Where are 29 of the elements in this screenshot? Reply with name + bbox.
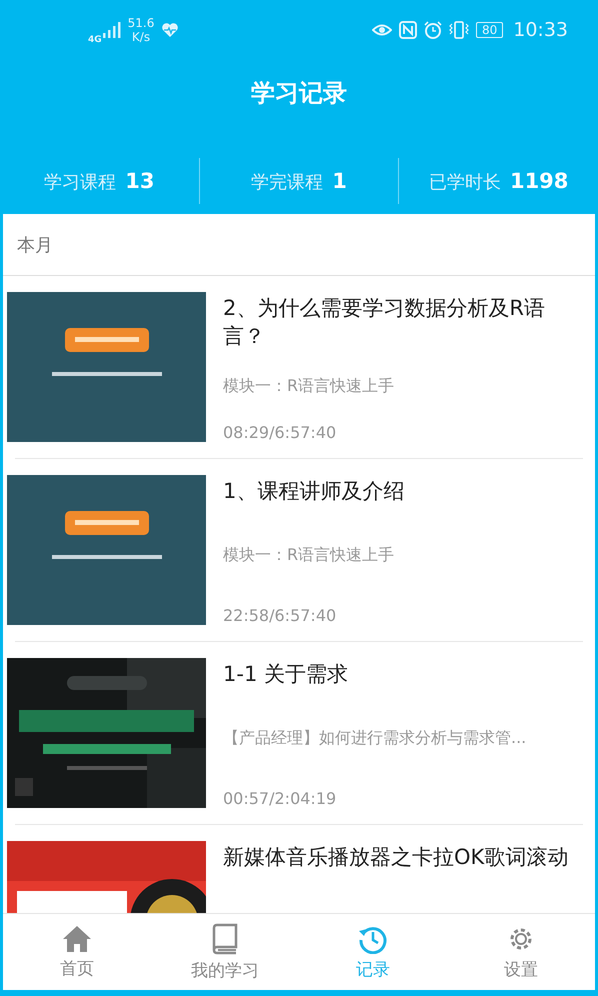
stat-label: 学习课程: [44, 170, 116, 194]
stat-value: 1198: [510, 168, 568, 192]
home-icon: [62, 924, 92, 952]
nfc-icon: [398, 21, 417, 39]
record-title: 新媒体音乐播放器之卡拉OK歌词滚动: [223, 844, 570, 871]
heart-icon: [161, 22, 180, 38]
signal-icon: [102, 22, 121, 38]
record-title: 1-1 关于需求: [223, 661, 349, 688]
clock: 10:33: [513, 19, 568, 41]
record-item[interactable]: 新媒体音乐播放器之卡拉OK歌词滚动: [3, 825, 595, 913]
record-subtitle: 模块一：R语言快速上手: [223, 545, 396, 566]
speed-unit: K/s: [132, 30, 150, 44]
stat-label: 已学时长: [428, 170, 501, 194]
stat-value: 13: [125, 168, 154, 192]
section-header: 本月: [3, 214, 595, 276]
network-speed: 51.6: [128, 16, 154, 30]
stat-value: 1: [332, 168, 347, 192]
record-title: 1、课程讲师及介绍: [223, 478, 406, 505]
vibrate-icon: [448, 21, 469, 39]
record-title: 2、为什么需要学习数据分析及R语言？: [223, 295, 546, 350]
record-subtitle: 【产品经理】如何进行需求分析与需求管...: [223, 728, 528, 749]
alarm-icon: [424, 21, 442, 39]
battery-level: 80: [476, 22, 504, 38]
stat-label: 学完课程: [251, 170, 324, 194]
record-subtitle: 模块一：R语言快速上手: [223, 376, 396, 397]
eye-icon: [372, 23, 392, 37]
book-icon: [210, 922, 240, 954]
network-type: 4G: [88, 35, 102, 45]
page-title: 学习记录: [250, 78, 348, 109]
